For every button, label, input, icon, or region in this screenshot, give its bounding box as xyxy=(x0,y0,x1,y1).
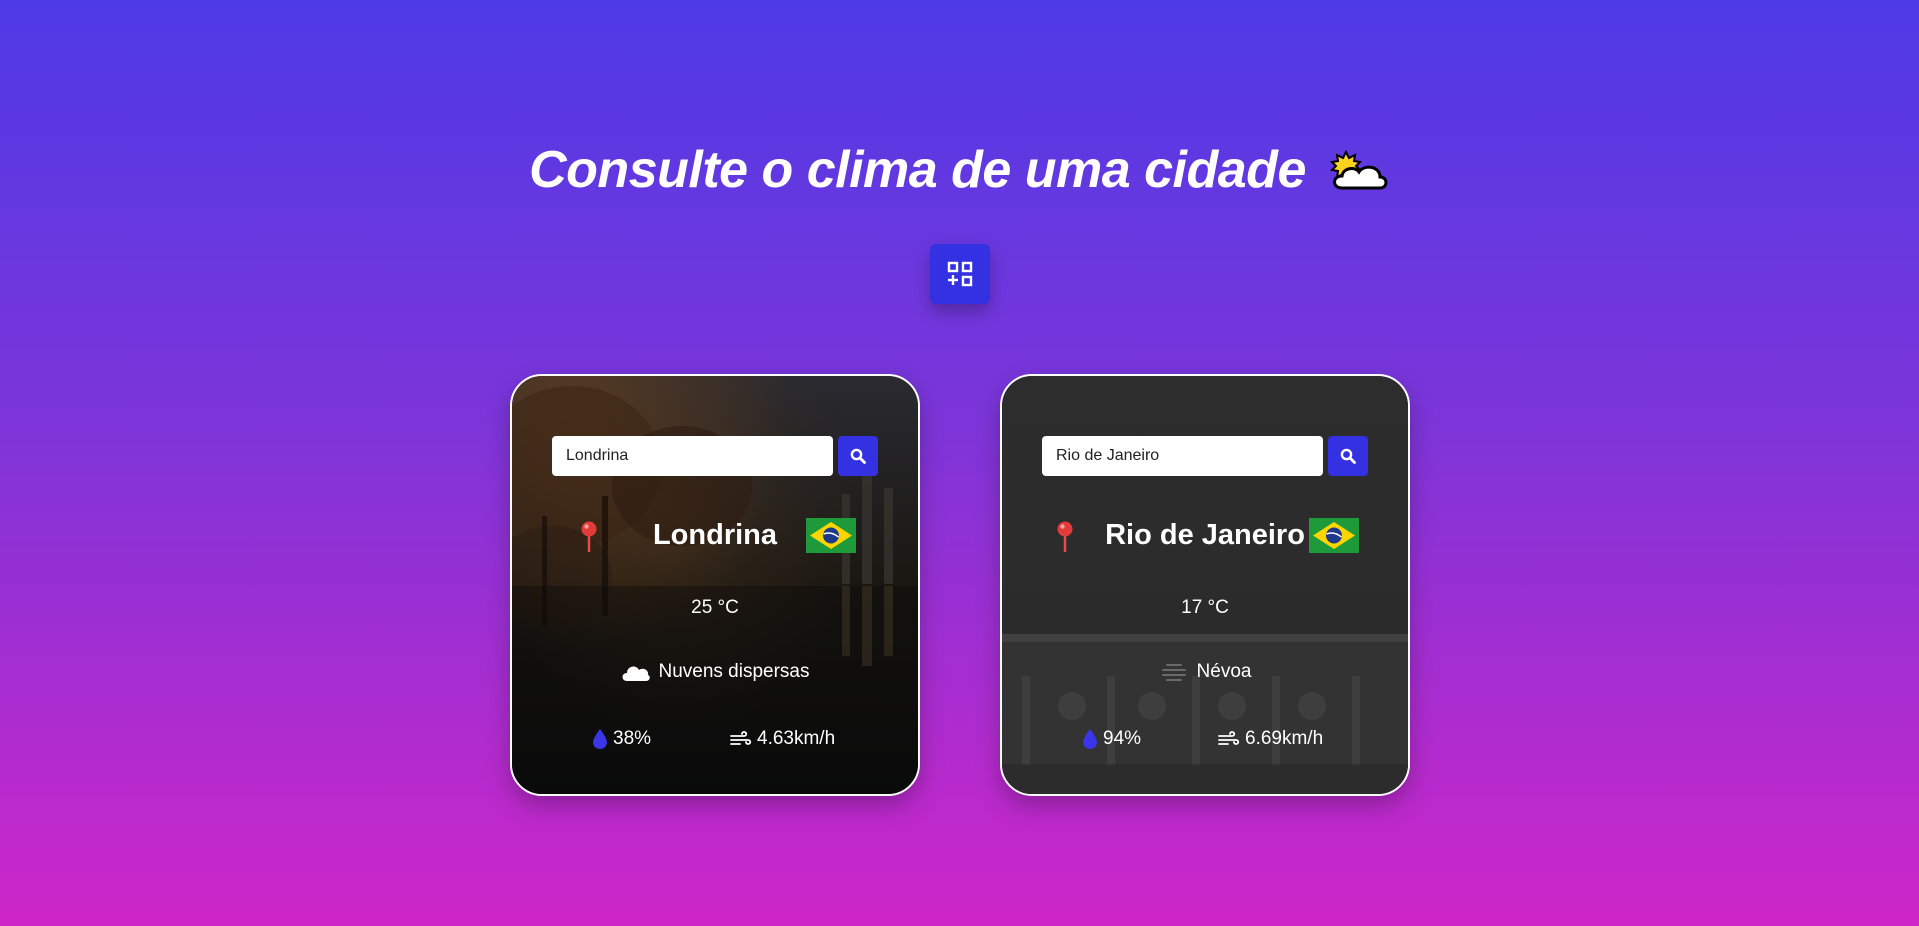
page-title: Consulte o clima de uma cidade xyxy=(0,138,1919,202)
add-widget-icon xyxy=(947,261,973,287)
city-name: Londrina xyxy=(652,519,778,551)
wind-stat: 6.69km/h xyxy=(1218,728,1323,750)
brazil-flag-icon xyxy=(806,518,856,553)
wind-value: 4.63km/h xyxy=(757,728,836,749)
search-icon xyxy=(1340,448,1356,464)
temperature: 25 °C xyxy=(691,597,739,618)
city-row: Londrina xyxy=(512,516,918,556)
weather-description: Névoa xyxy=(1002,661,1408,683)
city-search-input[interactable] xyxy=(1042,436,1323,476)
cloud-icon xyxy=(622,666,651,681)
mist-icon xyxy=(1161,664,1186,681)
temperature: 17 °C xyxy=(1181,597,1229,618)
search-button[interactable] xyxy=(1328,436,1368,476)
search-bar xyxy=(552,436,878,476)
wind-icon xyxy=(1218,731,1240,745)
weather-card-rio-de-janeiro: Rio de Janeiro 17 °C Névoa 94% xyxy=(1000,374,1410,796)
water-drop-icon xyxy=(1083,729,1097,749)
humidity-stat: 94% xyxy=(1082,728,1141,750)
weather-condition-text: Nuvens dispersas xyxy=(658,661,810,682)
weather-condition-text: Névoa xyxy=(1196,661,1252,682)
city-row: Rio de Janeiro xyxy=(1002,516,1408,556)
search-icon xyxy=(850,448,866,464)
wind-icon xyxy=(730,731,752,745)
water-drop-icon xyxy=(593,729,607,749)
add-card-button[interactable] xyxy=(930,244,990,304)
city-search-input[interactable] xyxy=(552,436,833,476)
search-button[interactable] xyxy=(838,436,878,476)
wind-stat: 4.63km/h xyxy=(730,728,835,750)
humidity-value: 94% xyxy=(1103,728,1142,749)
weather-stats: 94% 6.69km/h xyxy=(1002,728,1408,756)
weather-stats: 38% 4.63km/h xyxy=(512,728,918,756)
brazil-flag-icon xyxy=(1309,518,1359,553)
search-bar xyxy=(1042,436,1368,476)
weather-description: Nuvens dispersas xyxy=(512,661,918,683)
humidity-stat: 38% xyxy=(592,728,651,750)
sun-behind-cloud-icon xyxy=(1328,146,1390,194)
wind-value: 6.69km/h xyxy=(1245,728,1324,749)
weather-card-londrina: Londrina 25 °C Nuvens dispersas 38% xyxy=(510,374,920,796)
page-title-text: Consulte o clima de uma cidade xyxy=(529,141,1306,199)
humidity-value: 38% xyxy=(613,728,652,749)
